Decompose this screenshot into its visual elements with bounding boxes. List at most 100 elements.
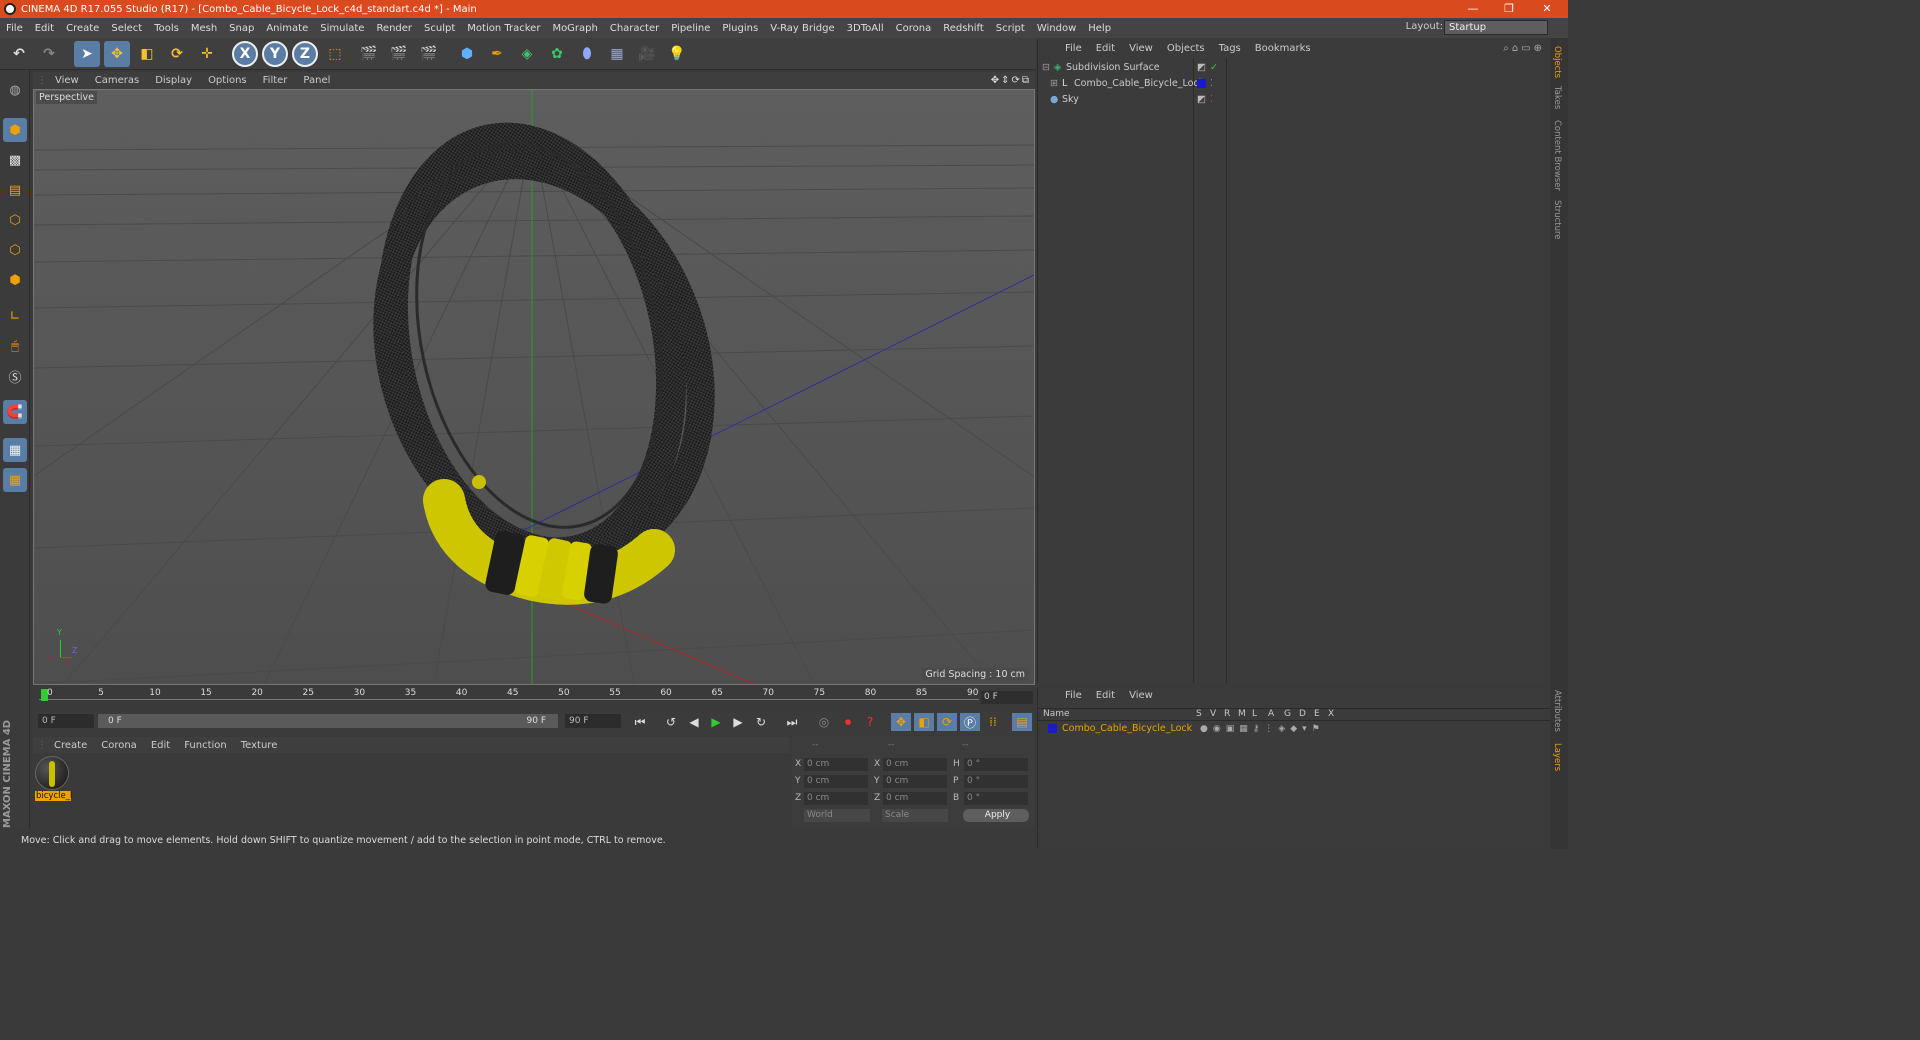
lm-menu-file[interactable]: File: [1058, 690, 1089, 701]
menu-edit[interactable]: Edit: [29, 23, 60, 34]
restore-button[interactable]: ❐: [1492, 0, 1526, 18]
current-frame-field[interactable]: 0 F: [981, 691, 1033, 704]
coord-y-size[interactable]: 0 cm: [883, 775, 947, 788]
tab-takes[interactable]: Takes: [1552, 86, 1562, 109]
om-menu-objects[interactable]: Objects: [1160, 43, 1212, 54]
subdivision-surface-icon[interactable]: ◈: [514, 41, 540, 67]
om-search-home-icons[interactable]: ⌕⌂▭⊕: [1503, 43, 1545, 54]
layer-toggle-icons[interactable]: ●◉▣▦⚷⋮◈◆▾⚑: [1200, 724, 1325, 734]
floor-scene-icon[interactable]: ▦: [604, 41, 630, 67]
render-picture-viewer-icon[interactable]: 🎬: [386, 41, 412, 67]
menu-tools[interactable]: Tools: [148, 23, 185, 34]
select-arrow-icon[interactable]: ➤: [74, 41, 100, 67]
x-axis-lock-icon[interactable]: X: [232, 41, 258, 67]
menu-vray-bridge[interactable]: V-Ray Bridge: [764, 23, 840, 34]
layer-color-swatch[interactable]: [1048, 724, 1057, 733]
key-position-icon[interactable]: ✥: [891, 713, 911, 731]
vp-menu-options[interactable]: Options: [200, 75, 255, 86]
camera-icon[interactable]: 🎥: [634, 41, 660, 67]
coord-x-size[interactable]: 0 cm: [883, 758, 947, 771]
om-menu-edit[interactable]: Edit: [1089, 43, 1122, 54]
visibility-toggle-icon[interactable]: ◩: [1197, 94, 1206, 105]
previous-key-icon[interactable]: ↺: [661, 713, 681, 731]
dots-icon[interactable]: ⁚: [1210, 94, 1213, 105]
perspective-viewport[interactable]: Perspective Y Z Grid Spacing : 10 cm: [33, 89, 1035, 685]
vp-menu-cameras[interactable]: Cameras: [87, 75, 147, 86]
axis-mode-icon[interactable]: ∟: [3, 304, 27, 328]
step-back-icon[interactable]: ◀: [684, 713, 704, 731]
coord-b-rotation[interactable]: 0 °: [964, 792, 1028, 805]
visibility-toggle-icon[interactable]: ◩: [1197, 62, 1206, 73]
coord-mode-select[interactable]: World: [804, 809, 870, 822]
cube-primitive-icon[interactable]: ⬢: [454, 41, 480, 67]
key-pla-icon[interactable]: ⁞⁞: [983, 713, 1003, 731]
edges-mode-icon[interactable]: ⬡: [3, 238, 27, 262]
points-mode-icon[interactable]: ⬡: [3, 208, 27, 232]
layout-select[interactable]: Startup: [1444, 20, 1548, 35]
lm-menu-edit[interactable]: Edit: [1089, 690, 1122, 701]
object-row-cable-lock[interactable]: ⊞ L Combo_Cable_Bicycle_Lock ⁚: [1042, 76, 1547, 91]
mat-menu-texture[interactable]: Texture: [234, 740, 285, 751]
next-key-icon[interactable]: ↻: [751, 713, 771, 731]
menu-simulate[interactable]: Simulate: [314, 23, 370, 34]
transform-tool-icon[interactable]: ✛: [194, 41, 220, 67]
key-rotation-icon[interactable]: ⟳: [937, 713, 957, 731]
minimize-button[interactable]: —: [1456, 0, 1490, 18]
menu-animate[interactable]: Animate: [260, 23, 314, 34]
menu-sculpt[interactable]: Sculpt: [418, 23, 461, 34]
vp-menu-view[interactable]: View: [47, 75, 87, 86]
coord-scale-select[interactable]: Scale: [882, 809, 948, 822]
menu-select[interactable]: Select: [105, 23, 148, 34]
frame-range-slider[interactable]: 0 F 90 F: [98, 714, 558, 728]
spline-pen-icon[interactable]: ✒: [484, 41, 510, 67]
coord-h-rotation[interactable]: 0 °: [964, 758, 1028, 771]
om-menu-view[interactable]: View: [1122, 43, 1160, 54]
tweak-mode-icon[interactable]: 🖱: [3, 334, 27, 358]
menu-snap[interactable]: Snap: [223, 23, 260, 34]
close-button[interactable]: ✕: [1530, 0, 1564, 18]
workplane-icon[interactable]: ▤: [3, 178, 27, 202]
mat-menu-edit[interactable]: Edit: [144, 740, 177, 751]
viewport-nav-icons[interactable]: ✥⇕⟳⧉: [991, 75, 1031, 86]
menu-redshift[interactable]: Redshift: [937, 23, 990, 34]
autokey-icon[interactable]: ⏺: [838, 713, 858, 731]
light-icon[interactable]: 💡: [664, 41, 690, 67]
magnet-icon[interactable]: 🧲: [3, 400, 27, 424]
redo-icon[interactable]: ↷: [36, 41, 62, 67]
planar-workplane-icon[interactable]: ▦: [3, 468, 27, 492]
dots-icon[interactable]: ⁚: [1210, 78, 1213, 89]
coord-x-position[interactable]: 0 cm: [804, 758, 868, 771]
z-axis-lock-icon[interactable]: Z: [292, 41, 318, 67]
texture-mode-icon[interactable]: ▩: [3, 148, 27, 172]
end-frame-field[interactable]: 90 F: [565, 714, 621, 728]
move-tool-icon[interactable]: ✥: [104, 41, 130, 67]
polygons-mode-icon[interactable]: ⬢: [3, 268, 27, 292]
mat-menu-corona[interactable]: Corona: [94, 740, 144, 751]
menu-render[interactable]: Render: [370, 23, 418, 34]
object-row-sky[interactable]: ● Sky ◩ ⁚: [1042, 92, 1547, 107]
key-parameter-icon[interactable]: Ⓟ: [960, 713, 980, 731]
timeline-menu-icon[interactable]: ▤: [1012, 713, 1032, 731]
snapping-icon[interactable]: Ⓢ: [3, 364, 27, 388]
menu-window[interactable]: Window: [1031, 23, 1082, 34]
undo-icon[interactable]: ↶: [6, 41, 32, 67]
menu-pipeline[interactable]: Pipeline: [665, 23, 716, 34]
key-scale-icon[interactable]: ◧: [914, 713, 934, 731]
collapse-icon[interactable]: ⊟: [1042, 62, 1054, 73]
om-menu-file[interactable]: File: [1058, 43, 1089, 54]
menu-motion-tracker[interactable]: Motion Tracker: [461, 23, 546, 34]
coord-z-size[interactable]: 0 cm: [883, 792, 947, 805]
tab-layers[interactable]: Layers: [1552, 743, 1562, 771]
deformer-icon[interactable]: ⬮: [574, 41, 600, 67]
menu-create[interactable]: Create: [60, 23, 105, 34]
rotate-tool-icon[interactable]: ⟳: [164, 41, 190, 67]
keyframe-selection-icon[interactable]: ?: [860, 713, 880, 731]
apply-button[interactable]: Apply: [963, 809, 1029, 822]
vp-menu-filter[interactable]: Filter: [255, 75, 296, 86]
coord-y-position[interactable]: 0 cm: [804, 775, 868, 788]
tab-objects[interactable]: Objects: [1552, 46, 1562, 78]
cloner-icon[interactable]: ✿: [544, 41, 570, 67]
lock-workplane-icon[interactable]: ▦: [3, 438, 27, 462]
om-menu-bookmarks[interactable]: Bookmarks: [1248, 43, 1318, 54]
enabled-check-icon[interactable]: ✓: [1210, 62, 1218, 73]
